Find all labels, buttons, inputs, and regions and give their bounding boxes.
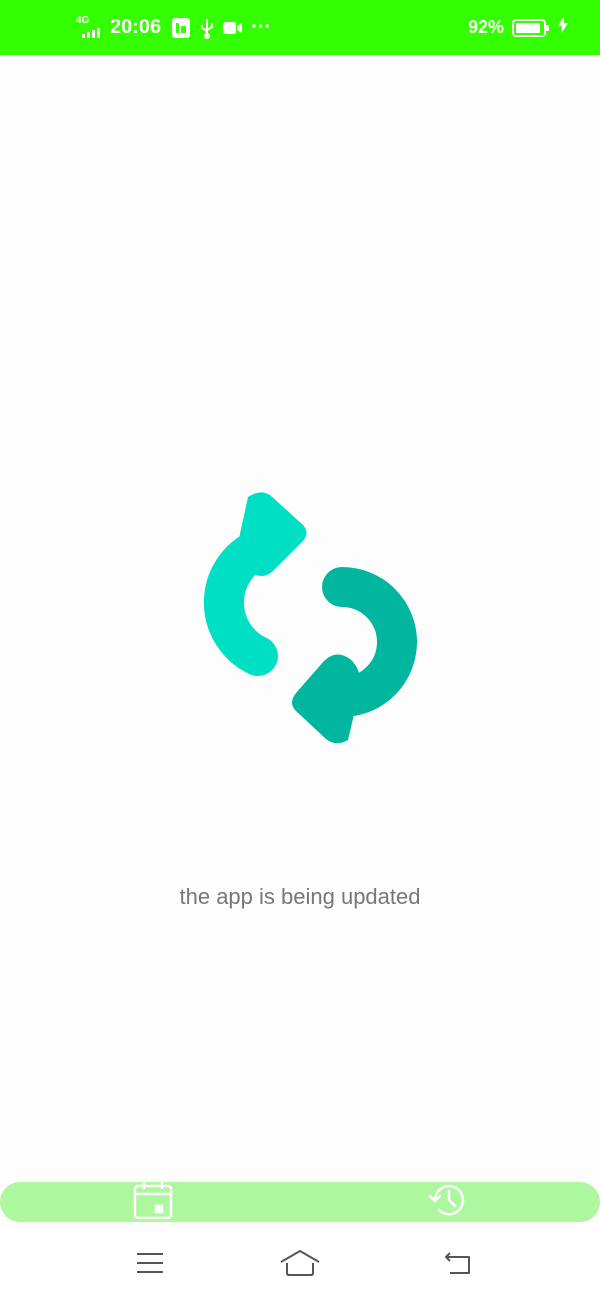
app-tab-bar <box>0 1180 600 1225</box>
status-bar-right: 92% <box>468 0 568 55</box>
nav-menu-button[interactable] <box>130 1250 170 1280</box>
menu-icon <box>135 1251 165 1280</box>
charging-icon <box>558 16 568 39</box>
battery-icon <box>512 18 549 37</box>
system-nav-bar <box>0 1228 600 1300</box>
home-icon <box>279 1249 321 1282</box>
sync-arrow-upper-head <box>237 492 307 576</box>
status-bar: 4G 20:06 ··· 92% <box>0 0 600 55</box>
nav-home-button[interactable] <box>279 1249 321 1282</box>
status-time: 20:06 <box>110 16 162 38</box>
update-message: the app is being updated <box>179 884 421 909</box>
app-screen: 4G 20:06 ··· 92% the app is being update… <box>0 0 600 1300</box>
video-icon <box>223 20 243 36</box>
tab-history[interactable] <box>422 1182 472 1222</box>
network-type: 4G <box>76 14 90 26</box>
calendar-icon <box>132 1180 174 1225</box>
status-bar-left: 4G 20:06 ··· <box>76 0 279 55</box>
more-notifications-icon: ··· <box>251 16 272 38</box>
signal-icon: 4G <box>76 14 104 40</box>
battery-fill <box>516 22 540 33</box>
nav-back-button[interactable] <box>437 1250 477 1280</box>
sync-arrows-icon <box>170 485 430 750</box>
usb-icon <box>199 17 215 39</box>
sync-arrow-lower-head <box>292 654 361 744</box>
tab-calendar[interactable] <box>128 1180 178 1225</box>
back-icon <box>442 1251 472 1280</box>
sim-icon <box>171 17 191 39</box>
battery-percent: 92% <box>467 17 504 37</box>
history-icon <box>427 1180 467 1225</box>
